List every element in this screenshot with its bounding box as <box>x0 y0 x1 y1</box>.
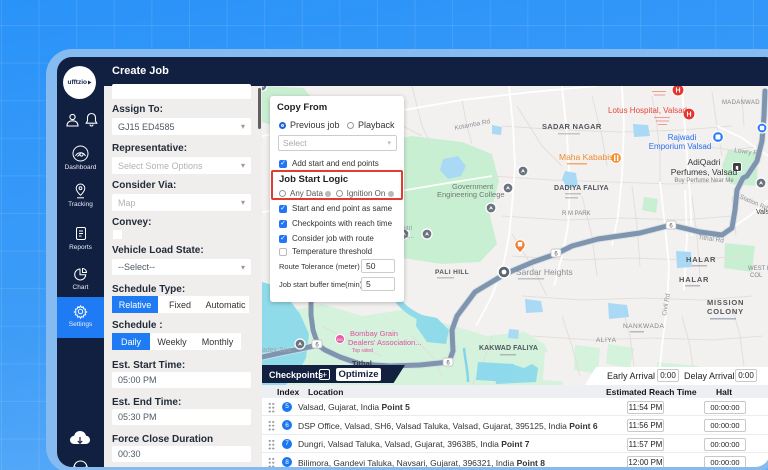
svg-text:Top rated: Top rated <box>352 348 373 354</box>
svg-text:H: H <box>686 112 691 119</box>
svg-text:SADAR NAGAR: SADAR NAGAR <box>542 122 602 131</box>
svg-text:adex Sea: adex Sea <box>262 347 292 354</box>
svg-text:HALAR: HALAR <box>679 275 709 284</box>
svg-text:MISSION: MISSION <box>707 298 744 307</box>
svg-text:PALI HILL: PALI HILL <box>435 269 469 276</box>
svg-text:Bombay Grain: Bombay Grain <box>350 329 398 338</box>
svg-text:R M PARK: R M PARK <box>562 211 591 217</box>
svg-text:Buy Perfume Near Me: Buy Perfume Near Me <box>674 178 734 184</box>
svg-text:Sardar Heights: Sardar Heights <box>516 267 573 277</box>
svg-text:Lotus Hospital, Valsad: Lotus Hospital, Valsad <box>608 106 687 115</box>
svg-text:Engineering College: Engineering College <box>437 190 505 199</box>
svg-text:COL: COL <box>750 273 763 279</box>
svg-text:Rajwadi: Rajwadi <box>668 133 697 142</box>
svg-text:MADANWAD: MADANWAD <box>722 100 760 106</box>
svg-text:KAKWAD FALIYA: KAKWAD FALIYA <box>479 345 538 352</box>
svg-text:HALAR: HALAR <box>686 255 716 264</box>
svg-text:Maha Kababis: Maha Kababis <box>559 152 613 162</box>
svg-text:Emporium Valsad: Emporium Valsad <box>649 142 712 151</box>
svg-text:Vals: Vals <box>756 209 768 216</box>
svg-text:NANKWADA: NANKWADA <box>623 323 664 330</box>
svg-text:DADIYA FALIYA: DADIYA FALIYA <box>554 185 609 192</box>
svg-text:Perfumes, Valsad: Perfumes, Valsad <box>671 167 738 177</box>
svg-text:ALIYA: ALIYA <box>596 337 617 344</box>
svg-text:AdiQadri: AdiQadri <box>687 157 720 167</box>
svg-text:BG: BG <box>337 337 343 342</box>
svg-text:WEST H: WEST H <box>748 266 768 272</box>
svg-text:COLONY: COLONY <box>707 307 744 316</box>
svg-text:Dealers' Association...: Dealers' Association... <box>348 338 422 347</box>
svg-text:H: H <box>675 88 680 95</box>
